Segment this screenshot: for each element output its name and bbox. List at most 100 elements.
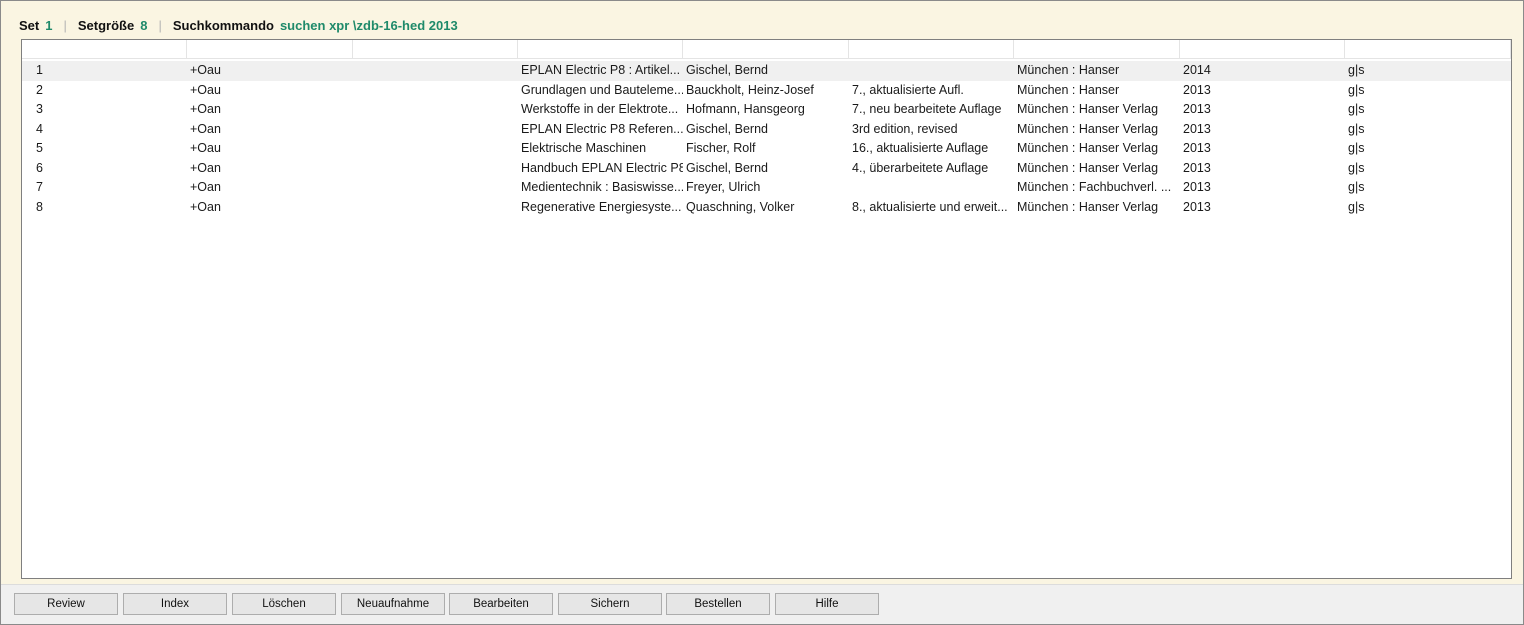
column-header[interactable] — [518, 40, 683, 59]
set-size-label: Setgröße — [77, 18, 135, 33]
publisher-cell: München : Fachbuchverl. ... — [1017, 180, 1172, 194]
empty-cell — [353, 100, 518, 120]
set-info-bar: Set 1 | Setgröße 8 | Suchkommando suchen xpr \z… — [19, 17, 458, 35]
status-cell: +Oan — [190, 180, 221, 194]
title-cell: Regenerative Energiesyste... — [521, 199, 682, 214]
button-bar: Review Index Löschen Neuaufnahme Bearbei… — [1, 584, 1523, 624]
search-command-value: suchen xpr \zdb-16-hed 2013 — [279, 18, 458, 33]
year-cell: 2014 — [1183, 63, 1211, 77]
edition-cell: 7., aktualisierte Aufl. — [852, 82, 964, 97]
table-row[interactable]: 6 +Oan Handbuch EPLAN Electric P8 Gischel, … — [22, 159, 1511, 179]
publisher-cell: München : Hanser Verlag — [1017, 102, 1159, 116]
type-cell: g|s — [1348, 199, 1365, 214]
edition-cell: 4., überarbeitete Auflage — [852, 160, 989, 175]
set-size-value: 8 — [140, 18, 148, 33]
type-cell: g|s — [1348, 102, 1365, 116]
row-number-cell: 7 — [36, 180, 43, 194]
row-number-cell: 6 — [36, 160, 43, 175]
author-cell: Bauckholt, Heinz-Josef — [686, 82, 814, 97]
year-cell: 2013 — [1183, 199, 1211, 214]
index-button[interactable]: Index — [123, 593, 227, 615]
author-cell: Quaschning, Volker — [686, 199, 795, 214]
title-cell: Elektrische Maschinen — [521, 141, 647, 155]
publisher-cell: München : Hanser Verlag — [1017, 199, 1159, 214]
status-cell: +Oan — [190, 160, 221, 175]
year-cell: 2013 — [1183, 102, 1211, 116]
type-cell: g|s — [1348, 180, 1365, 194]
year-cell: 2013 — [1183, 82, 1211, 97]
table-header — [22, 40, 1511, 60]
edit-button[interactable]: Bearbeiten — [449, 593, 553, 615]
delete-button[interactable]: Löschen — [232, 593, 336, 615]
set-value: 1 — [45, 18, 53, 33]
edition-cell: 8., aktualisierte und erweit... — [852, 199, 1008, 214]
year-cell: 2013 — [1183, 141, 1211, 155]
row-number-cell: 1 — [36, 63, 43, 77]
row-number-cell: 8 — [36, 199, 43, 214]
empty-cell — [353, 139, 518, 159]
year-cell: 2013 — [1183, 180, 1211, 194]
type-cell: g|s — [1348, 82, 1365, 97]
separator: | — [63, 18, 67, 33]
search-command-label: Suchkommando — [172, 18, 274, 33]
column-header[interactable] — [683, 40, 849, 59]
order-button[interactable]: Bestellen — [666, 593, 770, 615]
help-button[interactable]: Hilfe — [775, 593, 879, 615]
edition-cell: 3rd edition, revised — [852, 121, 958, 136]
type-cell: g|s — [1348, 141, 1365, 155]
type-cell: g|s — [1348, 121, 1365, 136]
publisher-cell: München : Hanser Verlag — [1017, 121, 1159, 136]
edition-cell — [849, 178, 1014, 198]
table-body: 1 +Oau EPLAN Electric P8 : Artikel... Gisch… — [22, 61, 1511, 217]
title-cell: Medientechnik : Basiswisse... — [521, 180, 683, 194]
title-cell: EPLAN Electric P8 : Artikel... — [521, 63, 681, 77]
column-header[interactable] — [187, 40, 353, 59]
table-row[interactable]: 1 +Oau EPLAN Electric P8 : Artikel... Gisch… — [22, 61, 1511, 81]
table-row[interactable]: 5 +Oau Elektrische Maschinen Fischer, Rolf 1… — [22, 139, 1511, 159]
edition-cell: 7., neu bearbeitete Auflage — [852, 102, 1002, 116]
title-cell: Werkstoffe in der Elektrote... — [521, 102, 679, 116]
status-cell: +Oau — [190, 141, 221, 155]
empty-cell — [353, 120, 518, 140]
author-cell: Freyer, Ulrich — [686, 180, 761, 194]
author-cell: Gischel, Bernd — [686, 160, 768, 175]
year-cell: 2013 — [1183, 160, 1211, 175]
column-header[interactable] — [1345, 40, 1511, 59]
author-cell: Gischel, Bernd — [686, 63, 768, 77]
publisher-cell: München : Hanser — [1017, 82, 1120, 97]
column-header[interactable] — [1014, 40, 1180, 59]
author-cell: Gischel, Bernd — [686, 121, 768, 136]
column-header[interactable] — [353, 40, 518, 59]
edition-cell: 16., aktualisierte Auflage — [852, 141, 989, 155]
separator: | — [158, 18, 162, 33]
set-label: Set — [19, 18, 40, 33]
empty-cell — [353, 81, 518, 101]
title-cell: Grundlagen und Bauteleme... — [521, 82, 683, 97]
type-cell: g|s — [1348, 63, 1365, 77]
title-cell: Handbuch EPLAN Electric P8 — [521, 160, 683, 175]
new-record-button[interactable]: Neuaufnahme — [341, 593, 445, 615]
column-header[interactable] — [1180, 40, 1345, 59]
table-row[interactable]: 7 +Oan Medientechnik : Basiswisse... Freyer… — [22, 178, 1511, 198]
results-table: 1 +Oau EPLAN Electric P8 : Artikel... Gisch… — [21, 39, 1512, 579]
table-row[interactable]: 4 +Oan EPLAN Electric P8 Referen... Gischel… — [22, 120, 1511, 140]
empty-cell — [353, 61, 518, 81]
row-number-cell: 3 — [36, 102, 43, 116]
column-header[interactable] — [849, 40, 1014, 59]
row-number-cell: 5 — [36, 141, 43, 155]
table-row[interactable]: 8 +Oan Regenerative Energiesyste... Quaschn… — [22, 198, 1511, 218]
column-header[interactable] — [22, 40, 187, 59]
review-button[interactable]: Review — [14, 593, 118, 615]
empty-cell — [353, 178, 518, 198]
status-cell: +Oan — [190, 102, 221, 116]
row-number-cell: 2 — [36, 82, 43, 97]
publisher-cell: München : Hanser — [1017, 63, 1120, 77]
empty-cell — [353, 198, 518, 218]
type-cell: g|s — [1348, 160, 1365, 175]
author-cell: Hofmann, Hansgeorg — [686, 102, 805, 116]
main-window: Set 1 | Setgröße 8 | Suchkommando suchen xpr \z… — [0, 0, 1524, 625]
table-row[interactable]: 2 +Oau Grundlagen und Bauteleme... Bauckhol… — [22, 81, 1511, 101]
table-row[interactable]: 3 +Oan Werkstoffe in der Elektrote... Hofma… — [22, 100, 1511, 120]
save-button[interactable]: Sichern — [558, 593, 662, 615]
status-cell: +Oan — [190, 121, 221, 136]
